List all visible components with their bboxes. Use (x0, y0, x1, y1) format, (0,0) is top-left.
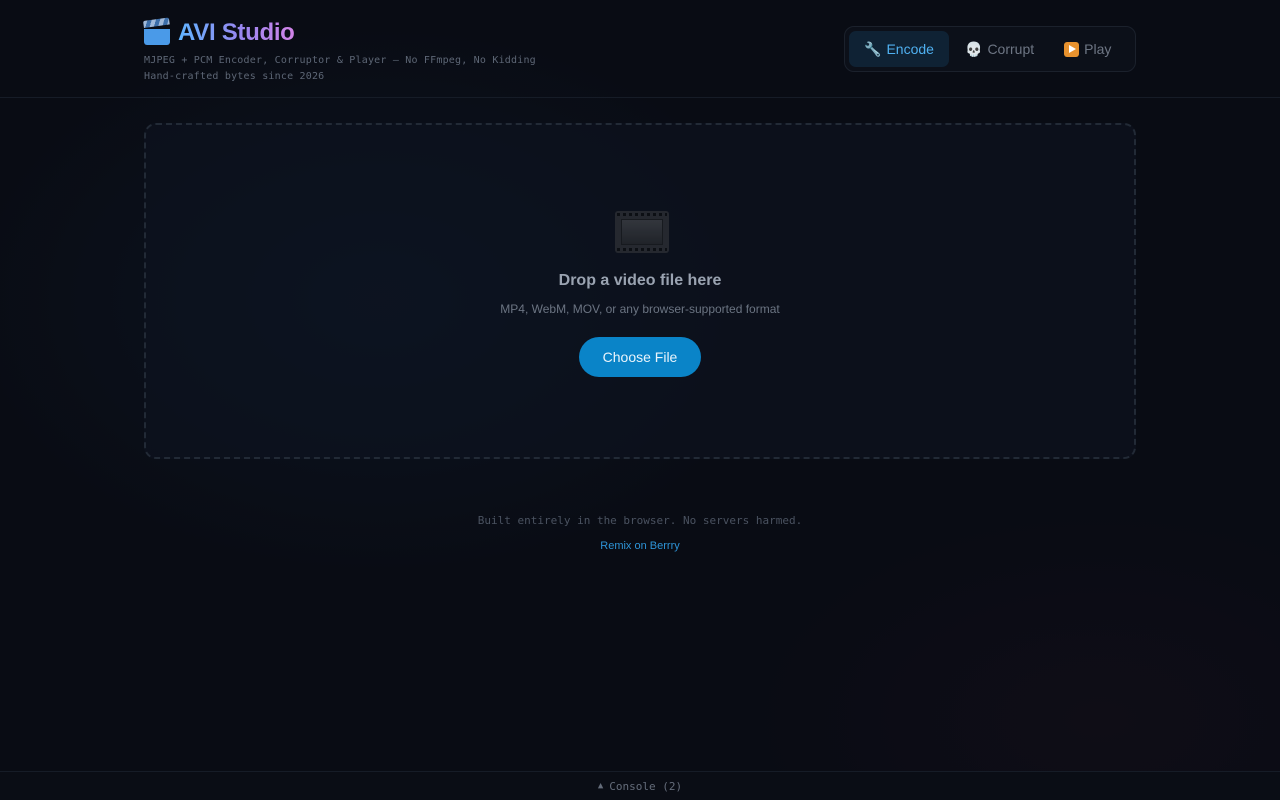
tab-corrupt[interactable]: 💀 Corrupt (951, 31, 1048, 67)
dropzone-subtitle: MP4, WebM, MOV, or any browser-supported… (500, 302, 780, 316)
app-subtitle: MJPEG + PCM Encoder, Corruptor & Player … (144, 53, 536, 85)
console-label: Console (2) (609, 779, 683, 793)
skull-icon: 💀 (965, 40, 983, 57)
brand-title-row: AVI Studio (143, 17, 536, 49)
remix-link[interactable]: Remix on Berrry (600, 540, 679, 552)
console-toggle[interactable]: ▲ Console (2) (0, 771, 1280, 800)
film-frames-icon (615, 211, 669, 253)
dropzone-title: Drop a video file here (558, 272, 722, 289)
video-dropzone[interactable]: Drop a video file here MP4, WebM, MOV, o… (144, 123, 1136, 459)
tab-play-label: Play (1084, 41, 1112, 57)
subtitle-line-2: Hand-crafted bytes since 2026 (144, 71, 325, 82)
clapperboard-icon (143, 17, 170, 45)
triangle-up-icon: ▲ (597, 781, 604, 791)
app-title: AVI Studio (178, 19, 295, 46)
tab-play[interactable]: Play (1050, 31, 1125, 67)
choose-file-button[interactable]: Choose File (579, 337, 701, 377)
footer-note: Built entirely in the browser. No server… (477, 514, 803, 527)
app-header: AVI Studio MJPEG + PCM Encoder, Corrupto… (0, 0, 1280, 98)
brand: AVI Studio MJPEG + PCM Encoder, Corrupto… (143, 17, 536, 85)
subtitle-line-1: MJPEG + PCM Encoder, Corruptor & Player … (144, 55, 536, 66)
wrench-icon: 🔧 (864, 40, 882, 57)
tab-encode-label: Encode (886, 41, 934, 57)
play-icon (1064, 41, 1080, 57)
mode-tabs: 🔧 Encode 💀 Corrupt Play (844, 26, 1136, 72)
tab-corrupt-label: Corrupt (987, 41, 1035, 57)
tab-encode[interactable]: 🔧 Encode (849, 31, 949, 67)
remix-container: Remix on Berrry (0, 540, 1280, 552)
